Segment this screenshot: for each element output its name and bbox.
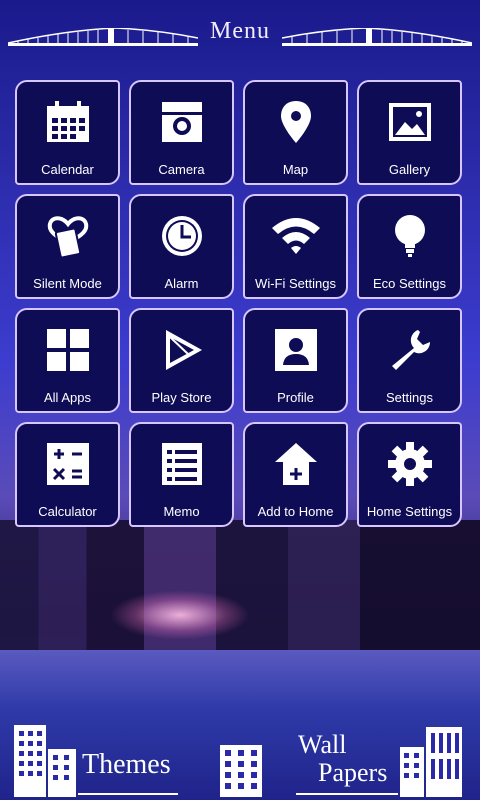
footer: Themes Wall Papers [0,715,480,800]
clock-icon [152,206,212,266]
header: Menu [0,0,480,62]
tile-eco-settings[interactable]: Eco Settings [357,194,462,299]
tile-alarm[interactable]: Alarm [129,194,234,299]
bridge-right-icon [282,28,472,46]
wallpapers-label: Wall Papers [298,731,387,787]
tile-label: Memo [163,504,200,519]
divider [78,793,178,795]
building-icon [400,727,462,797]
wrench-icon [380,320,440,380]
house-add-icon [266,434,326,494]
divider [296,793,398,795]
grid-icon [38,320,98,380]
tile-label: Calendar [41,162,94,177]
tile-memo[interactable]: Memo [129,422,234,527]
tile-label: Alarm [164,276,199,291]
tile-wifi-settings[interactable]: Wi-Fi Settings [243,194,348,299]
tile-map[interactable]: Map [243,80,348,185]
calculator-icon [38,434,98,494]
tile-silent-mode[interactable]: Silent Mode [15,194,120,299]
memo-icon [152,434,212,494]
tile-profile[interactable]: Profile [243,308,348,413]
tile-all-apps[interactable]: All Apps [15,308,120,413]
tile-label: Calculator [38,504,97,519]
tile-home-settings[interactable]: Home Settings [357,422,462,527]
center-building-icon [220,745,262,797]
wifi-icon [266,206,326,266]
wallpapers-button[interactable]: Wall Papers [290,715,475,800]
tile-label: All Apps [44,390,91,405]
calendar-icon [38,92,98,152]
gallery-icon [380,92,440,152]
papers-label: Papers [318,758,388,787]
building-icon [14,725,76,797]
tile-label: Gallery [388,162,431,177]
wall-label: Wall [298,730,347,759]
themes-label: Themes [82,749,171,780]
tile-label: Eco Settings [373,276,446,291]
bulb-icon [380,206,440,266]
map-pin-icon [266,92,326,152]
tile-label: Settings [386,390,433,405]
profile-icon [266,320,326,380]
tile-add-to-home[interactable]: Add to Home [243,422,348,527]
silent-mode-icon [38,206,98,266]
play-icon [152,320,212,380]
tile-label: Profile [277,390,314,405]
city-skyline [0,520,480,650]
tile-label: Map [282,162,309,177]
tile-camera[interactable]: Camera [129,80,234,185]
themes-button[interactable]: Themes [10,715,185,800]
tile-calendar[interactable]: Calendar [15,80,120,185]
tile-calculator[interactable]: Calculator [15,422,120,527]
tile-label: Camera [158,162,205,177]
gear-icon [380,434,440,494]
tile-play-store[interactable]: Play Store [129,308,234,413]
tile-label: Home Settings [366,504,453,519]
tile-label: Play Store [151,390,212,405]
tile-label: Add to Home [257,504,334,519]
tile-label: Silent Mode [33,276,102,291]
tile-gallery[interactable]: Gallery [357,80,462,185]
city-lights [110,590,250,640]
camera-icon [152,92,212,152]
tile-settings[interactable]: Settings [357,308,462,413]
tile-label: Wi-Fi Settings [255,276,336,291]
